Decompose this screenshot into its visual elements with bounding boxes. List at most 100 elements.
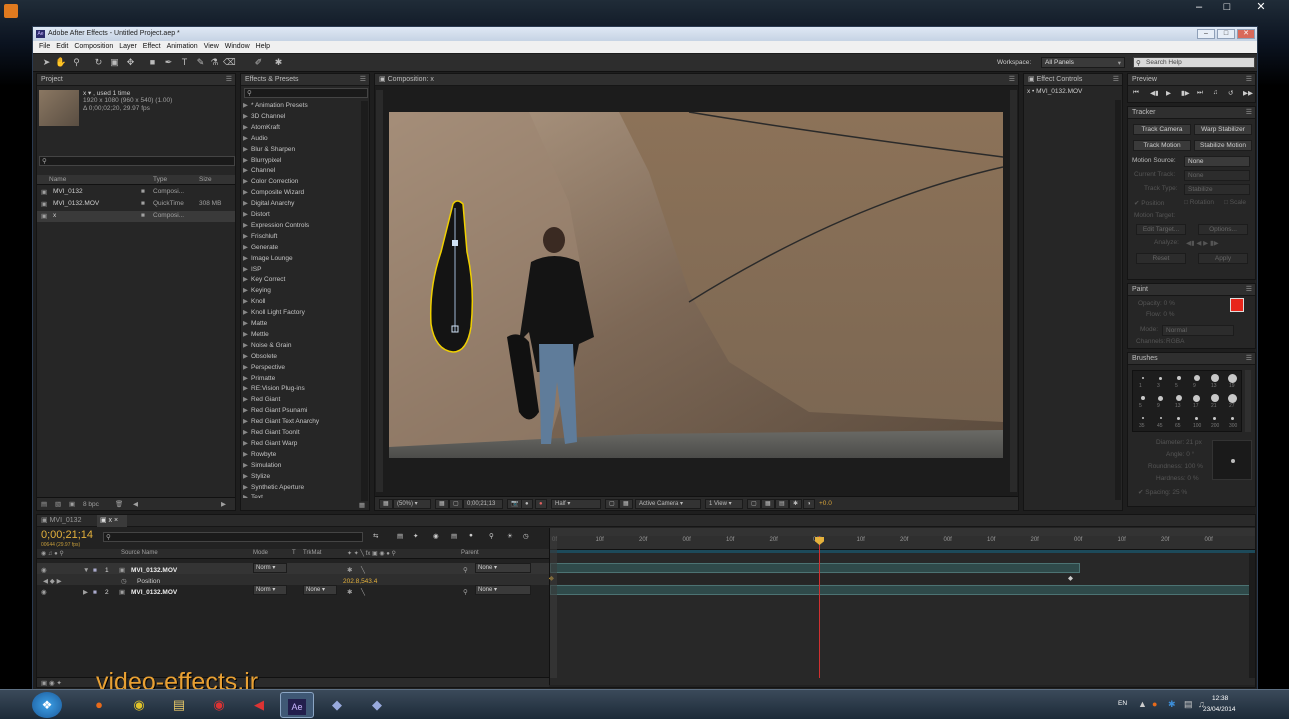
ram-preview-icon[interactable]: ▶▶	[1243, 89, 1253, 97]
disclosure-triangle-icon[interactable]: ▶	[243, 244, 248, 251]
project-item[interactable]: ▣ MVI_0132 ■ Composi...	[37, 187, 235, 198]
trash-icon[interactable]: 🗑	[115, 500, 123, 508]
effect-category[interactable]: ▶ Red Giant ToonIt	[243, 428, 300, 436]
disclosure-triangle-icon[interactable]: ▶	[243, 146, 248, 153]
disclosure-triangle-icon[interactable]: ▶	[243, 167, 248, 174]
menu-item-layer[interactable]: Layer	[116, 41, 140, 53]
roto-brush-tool-icon[interactable]: ✐	[253, 56, 264, 68]
start-button[interactable]: ❖	[32, 692, 62, 718]
effect-category[interactable]: ▶ Stylize	[243, 472, 270, 480]
brush-tips-grid[interactable]: 1 3 5 9 13 19 5 9 13 17 21 27 35 45 65 100 200 300	[1132, 370, 1242, 432]
effect-category[interactable]: ▶ Image Lounge	[243, 254, 293, 262]
effect-category[interactable]: ▶ Simulation	[243, 461, 281, 469]
effect-category[interactable]: ▶ Key Correct	[243, 275, 285, 283]
effects-scrollbar[interactable]	[361, 101, 368, 501]
search-help-input[interactable]: ⚲ Search Help	[1133, 57, 1255, 68]
scroll-left-icon[interactable]: ◀	[133, 500, 138, 508]
camera-view-dropdown[interactable]: Active Camera ▾	[635, 499, 701, 509]
rectangle-tool-icon[interactable]: ■	[147, 56, 158, 68]
brush-tip[interactable]: 19	[1224, 372, 1241, 391]
graph-editor-icon[interactable]: ⚲	[489, 532, 494, 540]
effect-category[interactable]: ▶ Red Giant	[243, 395, 280, 403]
effect-category[interactable]: ▶ ISP	[243, 265, 261, 273]
hide-shy-layers-icon[interactable]: ◉	[433, 532, 439, 540]
explorer-taskbar-icon[interactable]: ▤	[162, 692, 196, 718]
effect-category[interactable]: ▶ Composite Wizard	[243, 188, 304, 196]
brush-tip[interactable]: 35	[1134, 412, 1151, 431]
auto-keyframe-icon[interactable]: ◷	[523, 532, 529, 540]
tab-preview[interactable]: Preview ☰	[1128, 74, 1255, 86]
tray-arrow-icon[interactable]: ▲	[1138, 699, 1147, 709]
effect-category[interactable]: ▶ Mettle	[243, 330, 269, 338]
panel-menu-icon[interactable]: ☰	[1246, 74, 1252, 86]
first-frame-icon[interactable]: ⏮	[1133, 89, 1139, 97]
brush-tip[interactable]: 300	[1224, 412, 1241, 431]
loop-icon[interactable]: ↺	[1228, 89, 1233, 97]
channel-icon[interactable]: ●	[535, 499, 547, 509]
tab-timeline-mvi0132[interactable]: ▣ MVI_0132	[41, 515, 95, 527]
disclosure-triangle-icon[interactable]: ▶	[243, 418, 248, 425]
column-source-name[interactable]: Source Name	[121, 550, 158, 556]
disclosure-triangle-icon[interactable]: ▶	[243, 320, 248, 327]
brush-tip[interactable]: 13	[1170, 392, 1187, 411]
effect-category[interactable]: ▶ Knoll Light Factory	[243, 308, 305, 316]
flowchart-icon[interactable]: ✱	[789, 499, 803, 509]
firefox-taskbar-icon[interactable]: ●	[82, 692, 116, 718]
timeline-layer-row[interactable]: ◉ ▶ ■ 2 ▣ MVI_0132.MOV Norm ▾ None ▾ ✱ ╲ ⚲ None ▾	[37, 585, 549, 596]
column-name[interactable]: Name	[49, 176, 66, 183]
composition-scrollbar[interactable]	[1010, 90, 1017, 492]
bluetooth-icon[interactable]: ✱	[1168, 699, 1176, 710]
menu-item-file[interactable]: File	[36, 41, 53, 53]
column-trkmat[interactable]: TrkMat	[303, 550, 321, 556]
lock-icon[interactable]: ▣	[1028, 76, 1037, 83]
effect-category[interactable]: ▶ Knoll	[243, 297, 265, 305]
parent-dropdown[interactable]: None ▾	[475, 563, 531, 573]
disclosure-triangle-icon[interactable]: ▶	[243, 276, 248, 283]
fast-previews-icon[interactable]: ▦	[761, 499, 775, 509]
disclosure-triangle-icon[interactable]: ▶	[243, 462, 248, 469]
disclosure-triangle-icon[interactable]: ▶	[243, 222, 248, 229]
effect-category[interactable]: ▶ Blurrypixel	[243, 156, 281, 164]
effect-category[interactable]: ▶ Primatte	[243, 374, 275, 382]
disclosure-triangle-icon[interactable]: ▶	[243, 494, 248, 498]
disclosure-triangle-icon[interactable]: ▶	[243, 440, 248, 447]
exposure-value[interactable]: +0.0	[819, 500, 832, 507]
disclosure-triangle-icon[interactable]: ▶	[243, 200, 248, 207]
disclosure-triangle-icon[interactable]: ▶	[243, 124, 248, 131]
hand-tool-icon[interactable]: ✋	[55, 56, 66, 68]
os-minimize-button[interactable]: –	[1184, 0, 1214, 16]
effect-category[interactable]: ▶ Expression Controls	[243, 221, 309, 229]
comp-mini-flowchart-icon[interactable]: ⇆	[373, 532, 378, 540]
disclosure-triangle-icon[interactable]: ▶	[243, 178, 248, 185]
layer-mode-dropdown[interactable]: Norm ▾	[253, 585, 287, 595]
effect-category[interactable]: ▶ Audio	[243, 134, 268, 142]
track-motion-button[interactable]: Track Motion	[1133, 140, 1191, 151]
disclosure-triangle-icon[interactable]: ▶	[243, 364, 248, 371]
disclosure-triangle-icon[interactable]: ▶	[243, 484, 248, 491]
magnification-dropdown[interactable]: (50%) ▾	[393, 499, 431, 509]
effects-search-input[interactable]: ⚲	[244, 88, 368, 98]
track-camera-button[interactable]: Track Camera	[1133, 124, 1191, 135]
disclosure-triangle-icon[interactable]: ▶	[243, 385, 248, 392]
current-time-indicator[interactable]	[819, 536, 820, 678]
panel-menu-icon[interactable]: ☰	[226, 74, 232, 86]
current-time-display[interactable]: 0;00;21;13	[463, 499, 503, 509]
panel-menu-icon[interactable]: ☰	[360, 74, 366, 86]
brush-tip[interactable]: 27	[1224, 392, 1241, 411]
brush-tip[interactable]: 17	[1188, 392, 1205, 411]
after-effects-taskbar-icon[interactable]: Ae	[280, 692, 314, 718]
menu-item-composition[interactable]: Composition	[71, 41, 116, 53]
effect-category[interactable]: ▶ Channel	[243, 166, 275, 174]
effect-category[interactable]: ▶ RE:Vision Plug-ins	[243, 384, 305, 392]
scroll-right-icon[interactable]: ▶	[221, 500, 226, 508]
visibility-eye-icon[interactable]: ◉	[41, 587, 47, 598]
tab-composition[interactable]: ▣ Composition: x ☰	[375, 74, 1018, 86]
project-search-input[interactable]: ⚲	[39, 156, 235, 166]
effect-category[interactable]: ▶ Perspective	[243, 363, 285, 371]
network-icon[interactable]: ▤	[1184, 699, 1193, 710]
menu-item-edit[interactable]: Edit	[53, 41, 71, 53]
parent-dropdown[interactable]: None ▾	[475, 585, 531, 595]
column-t[interactable]: T	[292, 550, 296, 556]
resolution-dropdown[interactable]: Half ▾	[551, 499, 601, 509]
motion-blur-icon[interactable]: ●	[469, 532, 473, 539]
